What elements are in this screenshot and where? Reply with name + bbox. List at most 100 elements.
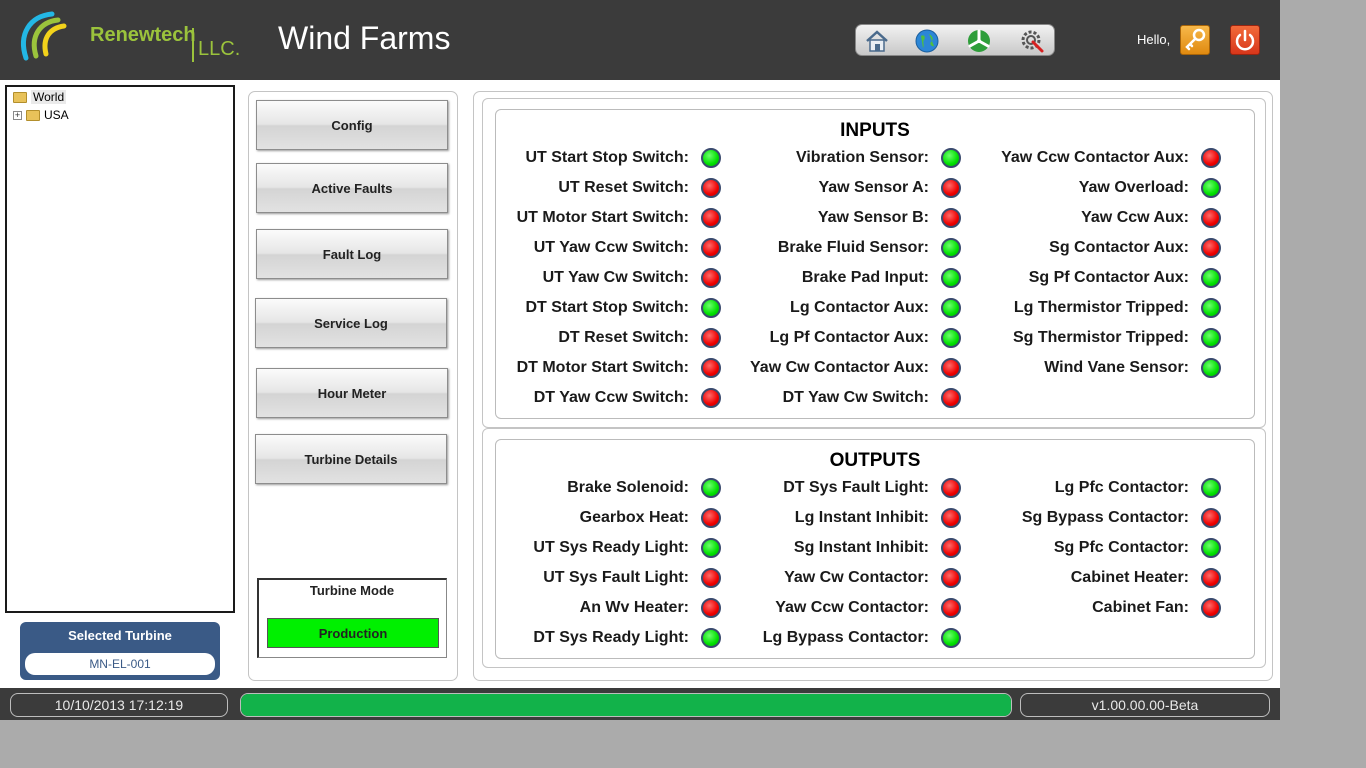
active-faults-button[interactable]: Active Faults: [256, 163, 448, 213]
hour-meter-button[interactable]: Hour Meter: [256, 368, 448, 418]
status-led-icon: [941, 598, 961, 618]
input-row: Wind Vane Sensor:: [981, 353, 1221, 383]
input-row: Brake Fluid Sensor:: [721, 233, 961, 263]
io-status-panel: INPUTS UT Start Stop Switch: UT Reset Swi…: [473, 91, 1273, 681]
inputs-section: INPUTS UT Start Stop Switch: UT Reset Swi…: [482, 98, 1266, 428]
input-label: DT Motor Start Switch:: [516, 359, 689, 376]
progress-fill: [241, 694, 1011, 716]
output-row: Sg Pfc Contactor:: [981, 533, 1221, 563]
tree-node-usa[interactable]: + USA: [13, 107, 69, 123]
output-label: Yaw Ccw Contactor:: [775, 599, 929, 616]
input-row: DT Start Stop Switch:: [481, 293, 721, 323]
status-led-icon: [941, 238, 961, 258]
output-row: Lg Pfc Contactor:: [981, 473, 1221, 503]
status-led-icon: [941, 388, 961, 408]
output-row: Cabinet Fan:: [981, 593, 1221, 623]
status-led-icon: [701, 298, 721, 318]
site-tree[interactable]: World + USA: [5, 85, 235, 613]
output-label: Yaw Cw Contactor:: [784, 569, 929, 586]
output-row: DT Sys Fault Light:: [721, 473, 961, 503]
config-button[interactable]: Config: [256, 100, 448, 150]
settings-tools-icon[interactable]: [1019, 28, 1045, 54]
login-button[interactable]: [1180, 25, 1210, 55]
outputs-box: OUTPUTS Brake Solenoid: Gearbox Heat: UT S…: [495, 439, 1255, 659]
input-label: UT Reset Switch:: [558, 179, 689, 196]
output-row: Gearbox Heat:: [481, 503, 721, 533]
input-label: UT Start Stop Switch:: [525, 149, 689, 166]
input-row: DT Yaw Ccw Switch:: [481, 383, 721, 413]
status-led-icon: [1201, 268, 1221, 288]
service-log-button[interactable]: Service Log: [255, 298, 447, 348]
selected-turbine-panel: Selected Turbine MN-EL-001: [20, 622, 220, 680]
status-led-icon: [1201, 358, 1221, 378]
turbine-details-button[interactable]: Turbine Details: [255, 434, 447, 484]
status-led-icon: [701, 238, 721, 258]
output-label: Cabinet Fan:: [1092, 599, 1189, 616]
status-led-icon: [701, 538, 721, 558]
output-row: Brake Solenoid:: [481, 473, 721, 503]
output-row: Lg Instant Inhibit:: [721, 503, 961, 533]
fault-log-button[interactable]: Fault Log: [256, 229, 448, 279]
globe-icon[interactable]: [914, 28, 940, 54]
status-led-icon: [941, 628, 961, 648]
status-led-icon: [701, 598, 721, 618]
input-label: Yaw Cw Contactor Aux:: [750, 359, 929, 376]
outputs-title: OUTPUTS: [829, 450, 921, 471]
status-led-icon: [701, 148, 721, 168]
output-row: Sg Instant Inhibit:: [721, 533, 961, 563]
folder-icon: [13, 91, 27, 103]
output-row: DT Sys Ready Light:: [481, 623, 721, 653]
input-row: DT Yaw Cw Switch:: [721, 383, 961, 413]
header-bar: Renewtech LLC. Wind Farms Hello,: [0, 0, 1280, 80]
input-row: UT Start Stop Switch:: [481, 143, 721, 173]
status-led-icon: [1201, 148, 1221, 168]
input-row: UT Yaw Ccw Switch:: [481, 233, 721, 263]
turbine-mode-value: Production: [267, 618, 439, 648]
tree-node-world[interactable]: World: [13, 89, 67, 105]
input-label: Yaw Ccw Aux:: [1081, 209, 1189, 226]
status-led-icon: [701, 508, 721, 528]
greeting-text: Hello,: [1137, 32, 1171, 47]
status-led-icon: [941, 328, 961, 348]
status-led-icon: [941, 508, 961, 528]
status-led-icon: [701, 478, 721, 498]
input-row: Yaw Sensor A:: [721, 173, 961, 203]
main-area: World + USA Selected Turbine MN-EL-001 C…: [0, 80, 1280, 688]
output-label: UT Sys Fault Light:: [543, 569, 689, 586]
swoosh-logo-icon: [21, 11, 67, 61]
input-row: Lg Pf Contactor Aux:: [721, 323, 961, 353]
output-row: Yaw Ccw Contactor:: [721, 593, 961, 623]
output-label: DT Sys Fault Light:: [783, 479, 929, 496]
wind-turbine-icon[interactable]: [966, 28, 992, 54]
input-label: DT Yaw Cw Switch:: [782, 389, 929, 406]
expand-icon[interactable]: +: [13, 110, 22, 120]
status-led-icon: [701, 268, 721, 288]
status-led-icon: [1201, 328, 1221, 348]
logout-button[interactable]: [1230, 25, 1260, 55]
status-led-icon: [701, 628, 721, 648]
output-row: Sg Bypass Contactor:: [981, 503, 1221, 533]
output-label: Cabinet Heater:: [1070, 569, 1189, 586]
input-label: Sg Pf Contactor Aux:: [1028, 269, 1189, 286]
home-icon[interactable]: [864, 28, 890, 54]
output-row: UT Sys Ready Light:: [481, 533, 721, 563]
status-led-icon: [1201, 598, 1221, 618]
input-row: Yaw Ccw Aux:: [981, 203, 1221, 233]
output-label: Sg Bypass Contactor:: [1021, 509, 1189, 526]
input-row: Yaw Sensor B:: [721, 203, 961, 233]
status-led-icon: [941, 148, 961, 168]
input-row: Lg Thermistor Tripped:: [981, 293, 1221, 323]
output-label: Lg Bypass Contactor:: [762, 629, 929, 646]
app-window: Renewtech LLC. Wind Farms Hello, World +…: [0, 0, 1280, 768]
input-row: DT Reset Switch:: [481, 323, 721, 353]
input-label: Sg Contactor Aux:: [1049, 239, 1189, 256]
status-led-icon: [941, 568, 961, 588]
output-label: An Wv Heater:: [579, 599, 689, 616]
status-led-icon: [941, 178, 961, 198]
main-nav-toolbar: [855, 24, 1055, 56]
status-led-icon: [1201, 208, 1221, 228]
brand-separator: [192, 28, 194, 62]
output-row: Cabinet Heater:: [981, 563, 1221, 593]
status-bar: 10/10/2013 17:12:19 v1.00.00.00-Beta: [0, 688, 1280, 720]
input-label: UT Yaw Ccw Switch:: [533, 239, 689, 256]
